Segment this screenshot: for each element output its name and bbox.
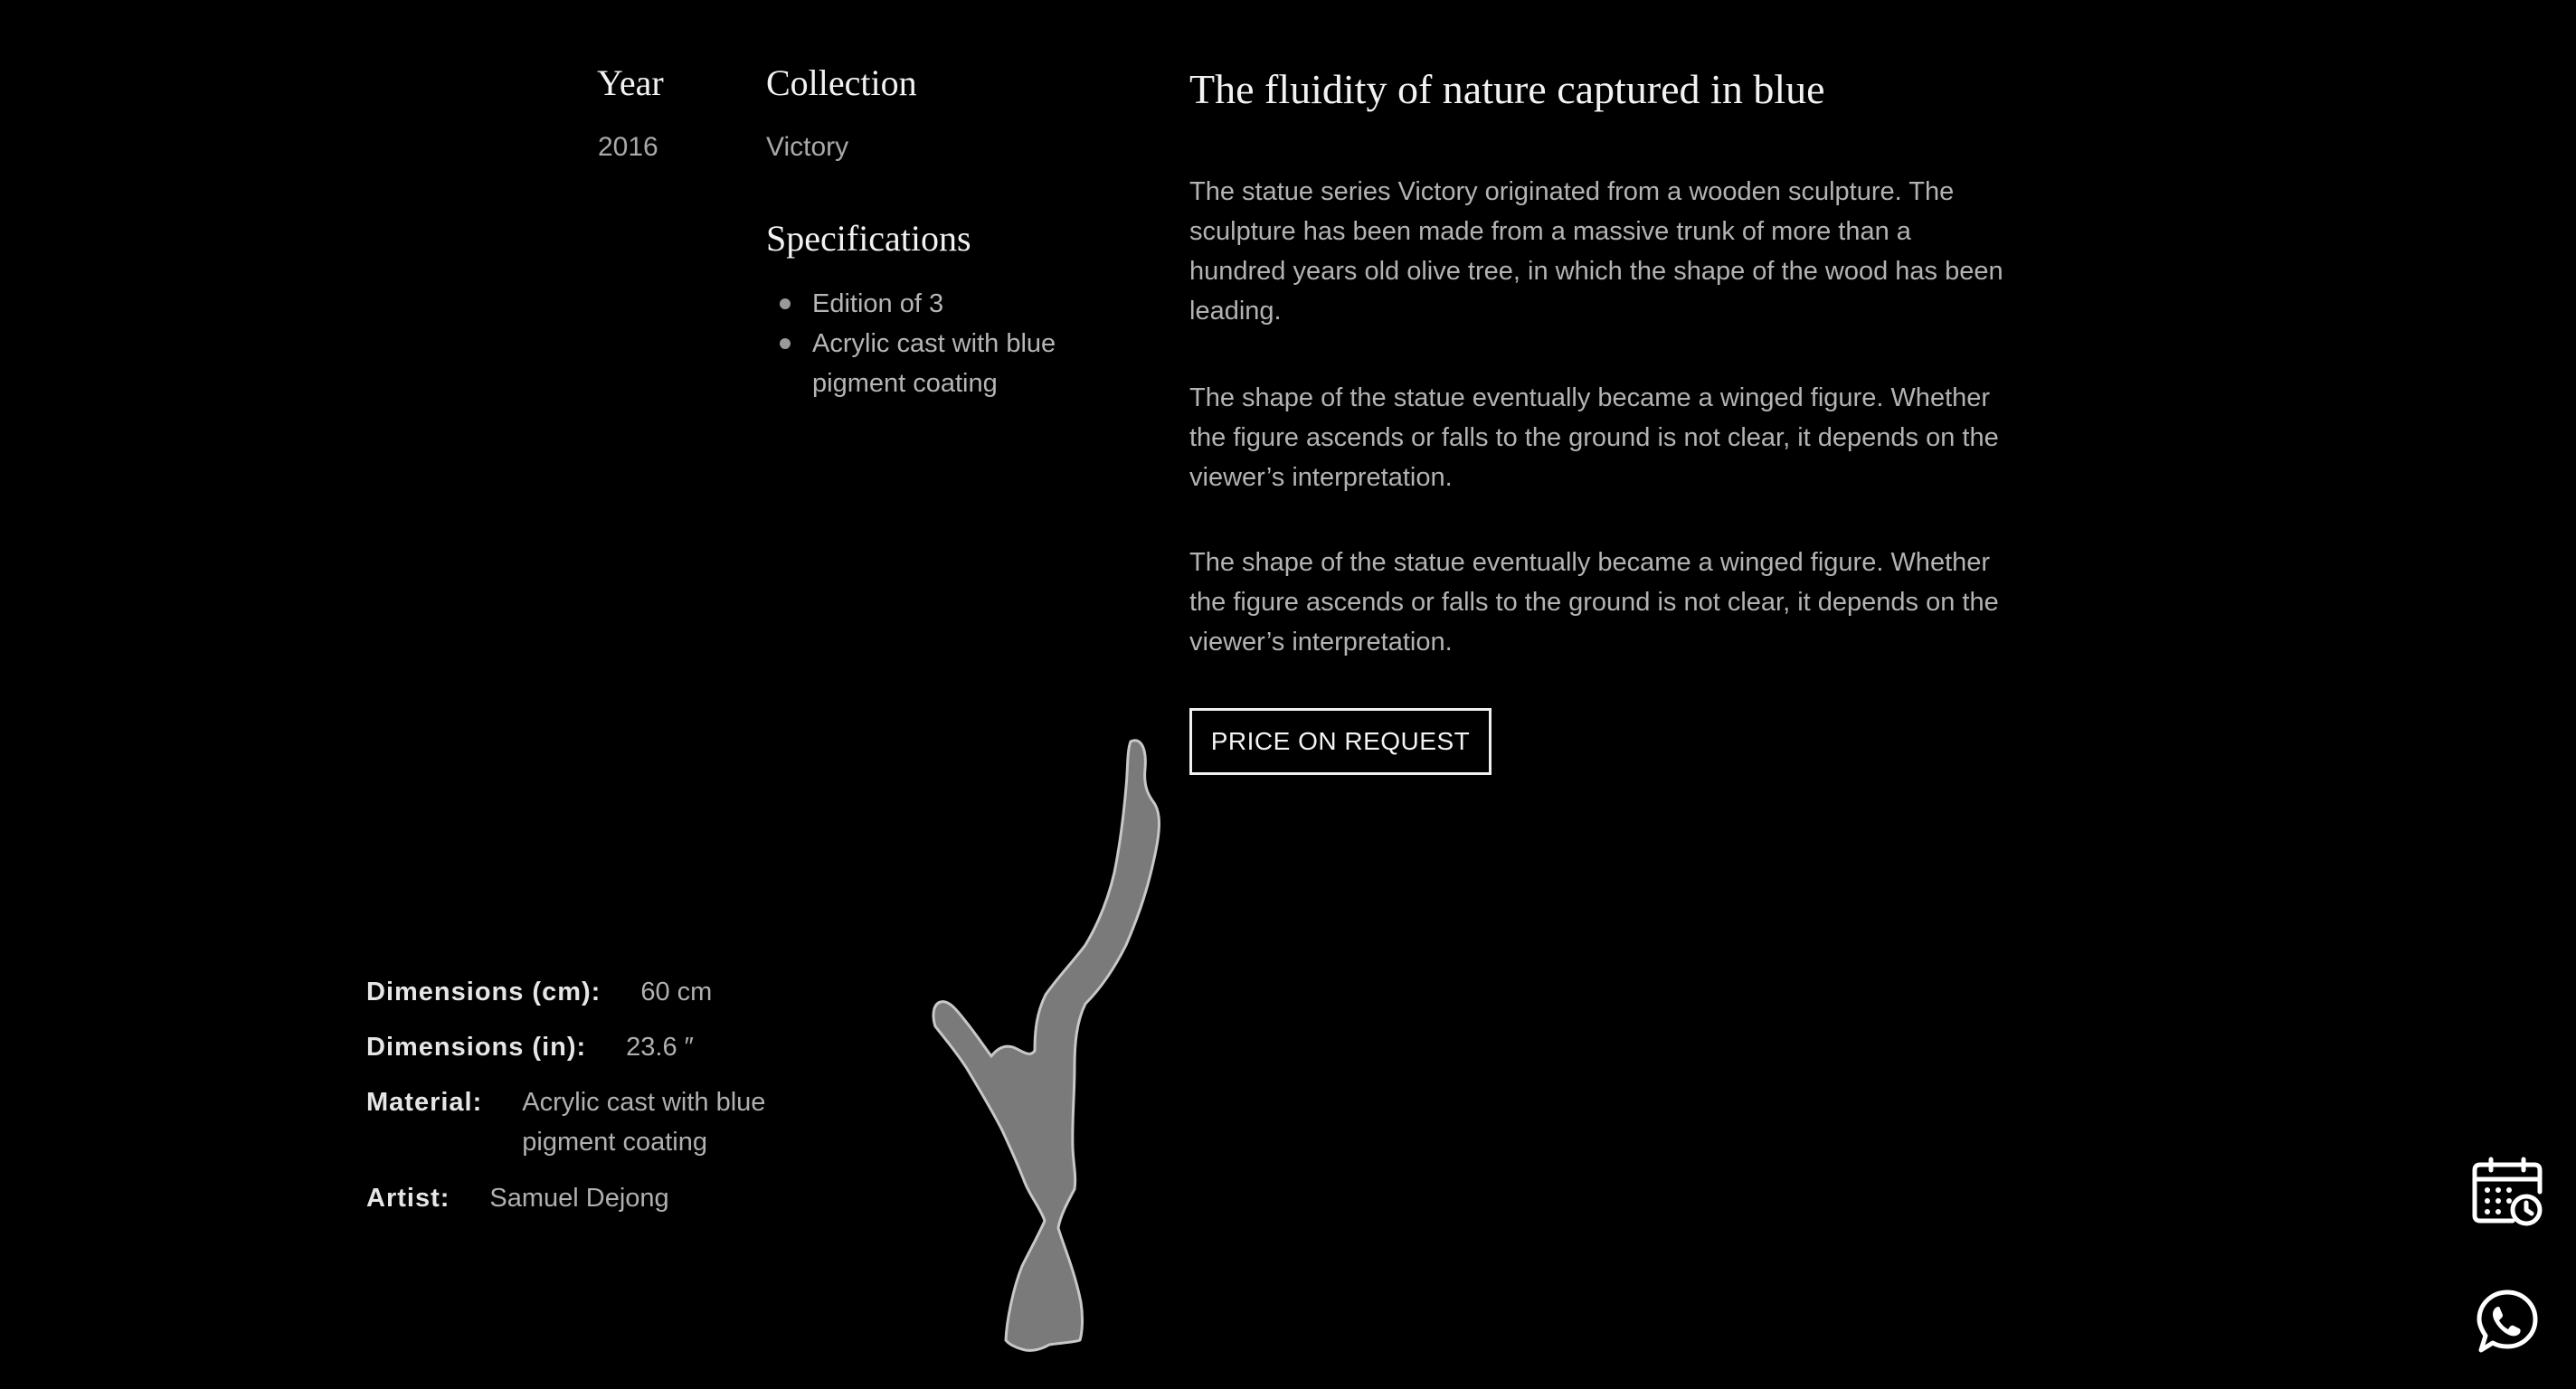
year-label: Year (597, 62, 664, 103)
artist-value: Samuel Dejong (489, 1184, 669, 1213)
sculpture-silhouette (932, 739, 1160, 1352)
dimensions-in-row: Dimensions (in): 23.6 ″ (366, 1027, 694, 1067)
article-paragraph: The shape of the statue eventually becam… (1189, 383, 1999, 492)
artist-row: Artist: Samuel Dejong (366, 1178, 669, 1218)
specifications-heading: Specifications (766, 218, 971, 259)
collection-label: Collection (766, 62, 917, 103)
article-paragraph: The shape of the statue eventually becam… (1189, 548, 1999, 657)
price-on-request-button[interactable]: PRICE ON REQUEST (1189, 708, 1492, 775)
spec-item: Edition of 3 (767, 284, 1065, 324)
material-row: Material: Acrylic cast with blue pigment… (366, 1082, 765, 1162)
material-label: Material: (366, 1088, 483, 1117)
sculpture-image (932, 739, 1160, 1352)
spec-item: Acrylic cast with blue pigment coating (767, 324, 1065, 403)
specifications-list: Edition of 3 Acrylic cast with blue pigm… (767, 284, 1065, 403)
dimensions-cm-value: 60 cm (640, 978, 713, 1006)
calendar-clock-icon[interactable] (2469, 1154, 2545, 1230)
year-value: 2016 (598, 132, 658, 162)
article-paragraph: The statue series Victory originated fro… (1189, 177, 2003, 326)
artist-label: Artist: (366, 1184, 450, 1213)
dimensions-cm-label: Dimensions (cm): (366, 978, 601, 1006)
dimensions-in-value: 23.6 ″ (626, 1033, 694, 1062)
dimensions-in-label: Dimensions (in): (366, 1033, 587, 1062)
collection-value: Victory (766, 132, 849, 162)
material-value-line: Acrylic cast with blue (522, 1088, 766, 1117)
material-value: Acrylic cast with blue pigment coating (522, 1082, 765, 1162)
whatsapp-icon[interactable] (2469, 1284, 2545, 1360)
dimensions-cm-row: Dimensions (cm): 60 cm (366, 972, 712, 1012)
article-title: The fluidity of nature captured in blue (1189, 66, 1825, 112)
material-value-line: pigment coating (522, 1128, 708, 1157)
